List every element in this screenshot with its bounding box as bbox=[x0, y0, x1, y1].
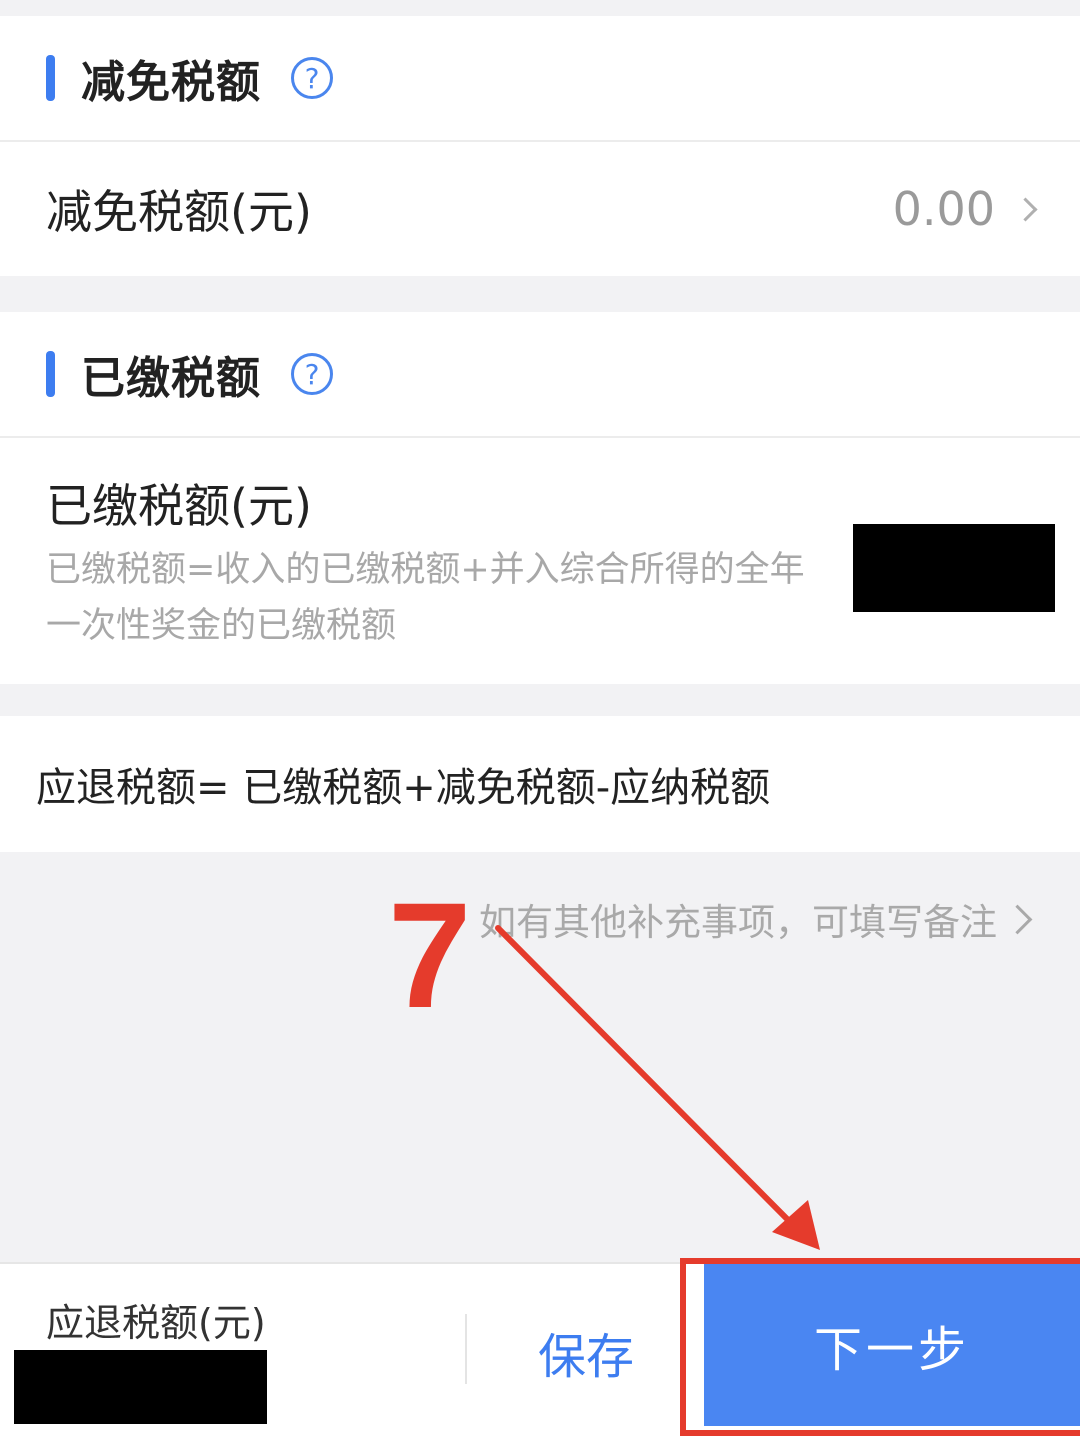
relief-amount-value: 0.00 bbox=[892, 182, 995, 236]
question-circle-icon[interactable]: ? bbox=[291, 57, 333, 99]
remark-link-label: 如有其他补充事项，可填写备注 bbox=[479, 901, 997, 944]
relief-amount-value-group[interactable]: 0.00 bbox=[892, 182, 1038, 236]
bottom-action-bar: 应退税额(元) 保存 下一步 bbox=[0, 1262, 1080, 1440]
next-step-button[interactable]: 下一步 bbox=[704, 1264, 1080, 1426]
paid-amount-row[interactable]: 已缴税额(元) 已缴税额=收入的已缴税额+并入综合所得的全年 一次性奖金的已缴税… bbox=[0, 438, 1080, 684]
question-circle-icon[interactable]: ? bbox=[291, 353, 333, 395]
redacted-refund-value bbox=[14, 1350, 267, 1424]
relief-section-header: 减免税额 ? bbox=[0, 16, 1080, 142]
chevron-right-icon bbox=[1002, 904, 1033, 934]
section-accent-bar bbox=[46, 55, 55, 101]
redacted-value bbox=[853, 524, 1055, 612]
save-button[interactable]: 保存 bbox=[468, 1264, 704, 1440]
paid-section-header: 已缴税额 ? bbox=[0, 312, 1080, 438]
relief-section-title: 减免税额 bbox=[81, 57, 261, 108]
refund-amount-label: 应退税额(元) bbox=[46, 1301, 266, 1345]
refund-formula-text: 应退税额= 已缴税额+减免税额-应纳税额 bbox=[36, 765, 771, 811]
paid-section: 已缴税额 ? 已缴税额(元) 已缴税额=收入的已缴税额+并入综合所得的全年 一次… bbox=[0, 312, 1080, 684]
relief-amount-label: 减免税额(元) bbox=[46, 185, 312, 239]
annotation-step-number: 7 bbox=[388, 871, 472, 1039]
relief-section: 减免税额 ? 减免税额(元) 0.00 bbox=[0, 16, 1080, 276]
paid-section-title: 已缴税额 bbox=[81, 353, 261, 404]
formula-section: 应退税额= 已缴税额+减免税额-应纳税额 bbox=[0, 716, 1080, 852]
section-accent-bar bbox=[46, 351, 55, 397]
relief-amount-row[interactable]: 减免税额(元) 0.00 bbox=[0, 142, 1080, 276]
chevron-right-icon bbox=[1013, 196, 1038, 222]
remark-link[interactable]: 如有其他补充事项，可填写备注 bbox=[479, 892, 1033, 946]
divider bbox=[465, 1314, 467, 1384]
